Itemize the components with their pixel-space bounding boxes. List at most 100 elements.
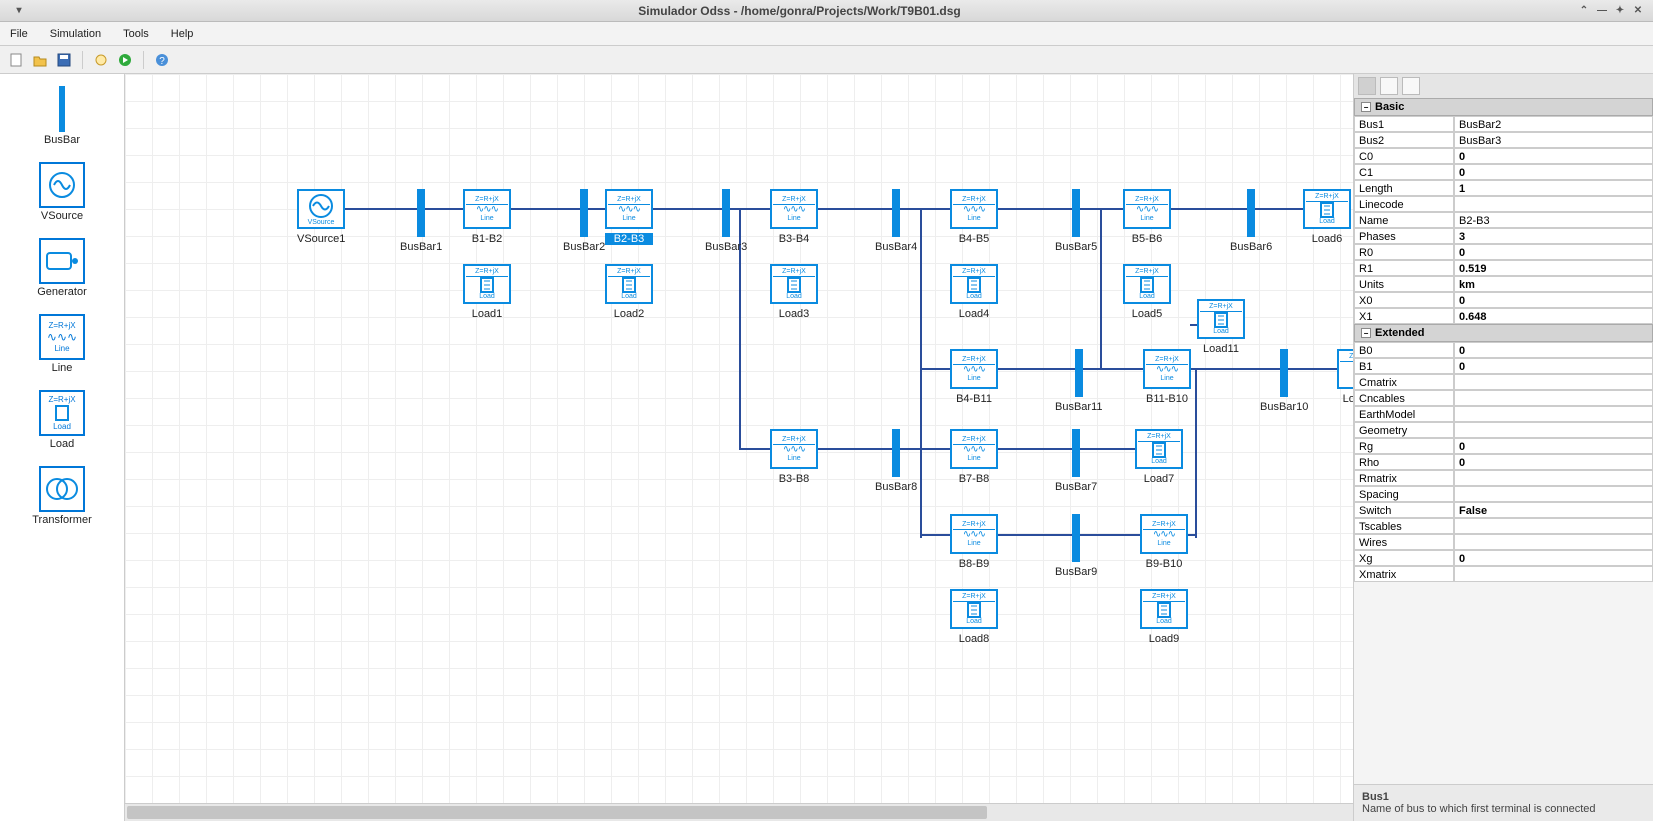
prop-value-earthmodel[interactable]: [1454, 406, 1653, 422]
prop-key-x0[interactable]: X0: [1354, 292, 1454, 308]
prop-value-bus2[interactable]: BusBar3: [1454, 132, 1653, 148]
prop-key-switch[interactable]: Switch: [1354, 502, 1454, 518]
node-b4b5[interactable]: Z=R+jX∿∿∿LineB4-B5: [950, 189, 998, 245]
prop-key-cmatrix[interactable]: Cmatrix: [1354, 374, 1454, 390]
prop-key-phases[interactable]: Phases: [1354, 228, 1454, 244]
app-menu-icon[interactable]: ▾: [12, 4, 26, 18]
prop-value-rmatrix[interactable]: [1454, 470, 1653, 486]
prop-key-r0[interactable]: R0: [1354, 244, 1454, 260]
node-load1[interactable]: Z=R+jXLoadLoad1: [463, 264, 511, 320]
palette-line[interactable]: Z=R+jX∿∿∿LineLine: [0, 310, 124, 378]
node-load4[interactable]: Z=R+jXLoadLoad4: [950, 264, 998, 320]
node-bus3[interactable]: BusBar3: [705, 189, 747, 253]
schematic-canvas[interactable]: VSourceVSource1 BusBar1 Z=R+jX∿∿∿LineB1-B2…: [125, 74, 1353, 803]
node-b11b10[interactable]: Z=R+jX∿∿∿LineB11-B10: [1143, 349, 1191, 405]
toolbar-new-icon[interactable]: [6, 50, 26, 70]
prop-value-r0[interactable]: 0: [1454, 244, 1653, 260]
prop-value-xg[interactable]: 0: [1454, 550, 1653, 566]
prop-value-units[interactable]: km: [1454, 276, 1653, 292]
node-load8[interactable]: Z=R+jXLoadLoad8: [950, 589, 998, 645]
prop-value-x0[interactable]: 0: [1454, 292, 1653, 308]
prop-key-rmatrix[interactable]: Rmatrix: [1354, 470, 1454, 486]
prop-value-wires[interactable]: [1454, 534, 1653, 550]
prop-key-spacing[interactable]: Spacing: [1354, 486, 1454, 502]
node-b3b8[interactable]: Z=R+jX∿∿∿LineB3-B8: [770, 429, 818, 485]
prop-value-tscables[interactable]: [1454, 518, 1653, 534]
prop-value-c0[interactable]: 0: [1454, 148, 1653, 164]
node-bus11[interactable]: BusBar11: [1055, 349, 1103, 413]
prop-value-cmatrix[interactable]: [1454, 374, 1653, 390]
menu-file[interactable]: File: [10, 28, 28, 40]
prop-value-phases[interactable]: 3: [1454, 228, 1653, 244]
prop-value-spacing[interactable]: [1454, 486, 1653, 502]
prop-key-b1[interactable]: B1: [1354, 358, 1454, 374]
prop-value-c1[interactable]: 0: [1454, 164, 1653, 180]
palette-load[interactable]: Z=R+jXLoadLoad: [0, 386, 124, 454]
prop-key-length[interactable]: Length: [1354, 180, 1454, 196]
property-tab-categorized[interactable]: [1358, 77, 1376, 95]
prop-key-cncables[interactable]: Cncables: [1354, 390, 1454, 406]
toolbar-run-icon[interactable]: [115, 50, 135, 70]
prop-key-bus2[interactable]: Bus2: [1354, 132, 1454, 148]
prop-key-xg[interactable]: Xg: [1354, 550, 1454, 566]
menu-tools[interactable]: Tools: [123, 28, 149, 40]
node-load2[interactable]: Z=R+jXLoadLoad2: [605, 264, 653, 320]
prop-value-cncables[interactable]: [1454, 390, 1653, 406]
prop-key-bus1[interactable]: Bus1: [1354, 116, 1454, 132]
prop-key-rho[interactable]: Rho: [1354, 454, 1454, 470]
toolbar-save-icon[interactable]: [54, 50, 74, 70]
node-vsrc1[interactable]: VSourceVSource1: [297, 189, 345, 245]
node-b4b11[interactable]: Z=R+jX∿∿∿LineB4-B11: [950, 349, 998, 405]
prop-value-bus1[interactable]: BusBar2: [1454, 116, 1653, 132]
window-close-icon[interactable]: ✕: [1631, 4, 1645, 18]
prop-key-earthmodel[interactable]: EarthModel: [1354, 406, 1454, 422]
node-bus1[interactable]: BusBar1: [400, 189, 442, 253]
node-load10[interactable]: Z=R+jXLoadLoad10: [1337, 349, 1353, 405]
horizontal-scrollbar[interactable]: [125, 803, 1353, 821]
node-b7b8[interactable]: Z=R+jX∿∿∿LineB7-B8: [950, 429, 998, 485]
prop-section-basic[interactable]: −Basic: [1354, 98, 1653, 116]
wire[interactable]: [920, 208, 922, 538]
prop-value-linecode[interactable]: [1454, 196, 1653, 212]
node-load7[interactable]: Z=R+jXLoadLoad7: [1135, 429, 1183, 485]
node-bus10[interactable]: BusBar10: [1260, 349, 1308, 413]
window-maximize-icon[interactable]: ✦: [1613, 4, 1627, 18]
node-b9b10[interactable]: Z=R+jX∿∿∿LineB9-B10: [1140, 514, 1188, 570]
prop-value-x1[interactable]: 0.648: [1454, 308, 1653, 324]
prop-value-geometry[interactable]: [1454, 422, 1653, 438]
node-bus6[interactable]: BusBar6: [1230, 189, 1272, 253]
node-bus7[interactable]: BusBar7: [1055, 429, 1097, 493]
node-load6[interactable]: Z=R+jXLoadLoad6: [1303, 189, 1351, 245]
node-b1b2[interactable]: Z=R+jX∿∿∿LineB1-B2: [463, 189, 511, 245]
prop-value-r1[interactable]: 0.519: [1454, 260, 1653, 276]
menu-simulation[interactable]: Simulation: [50, 28, 101, 40]
collapse-icon[interactable]: −: [1361, 328, 1371, 338]
prop-key-wires[interactable]: Wires: [1354, 534, 1454, 550]
prop-value-length[interactable]: 1: [1454, 180, 1653, 196]
prop-key-geometry[interactable]: Geometry: [1354, 422, 1454, 438]
node-bus2[interactable]: BusBar2: [563, 189, 605, 253]
node-b3b4[interactable]: Z=R+jX∿∿∿LineB3-B4: [770, 189, 818, 245]
menu-help[interactable]: Help: [171, 28, 194, 40]
prop-key-tscables[interactable]: Tscables: [1354, 518, 1454, 534]
prop-value-name[interactable]: B2-B3: [1454, 212, 1653, 228]
wire[interactable]: [1100, 208, 1102, 368]
wire[interactable]: [1195, 368, 1197, 538]
node-load9[interactable]: Z=R+jXLoadLoad9: [1140, 589, 1188, 645]
node-load3[interactable]: Z=R+jXLoadLoad3: [770, 264, 818, 320]
prop-key-xmatrix[interactable]: Xmatrix: [1354, 566, 1454, 582]
prop-section-extended[interactable]: −Extended: [1354, 324, 1653, 342]
window-minimize-icon[interactable]: —: [1595, 4, 1609, 18]
property-tab-alphabetic[interactable]: [1380, 77, 1398, 95]
node-b5b6[interactable]: Z=R+jX∿∿∿LineB5-B6: [1123, 189, 1171, 245]
node-load5[interactable]: Z=R+jXLoadLoad5: [1123, 264, 1171, 320]
toolbar-settings-icon[interactable]: [91, 50, 111, 70]
toolbar-open-icon[interactable]: [30, 50, 50, 70]
palette-vsource[interactable]: VSource: [0, 158, 124, 226]
prop-value-rg[interactable]: 0: [1454, 438, 1653, 454]
node-bus8[interactable]: BusBar8: [875, 429, 917, 493]
prop-key-rg[interactable]: Rg: [1354, 438, 1454, 454]
prop-value-xmatrix[interactable]: [1454, 566, 1653, 582]
prop-key-x1[interactable]: X1: [1354, 308, 1454, 324]
node-b8b9[interactable]: Z=R+jX∿∿∿LineB8-B9: [950, 514, 998, 570]
